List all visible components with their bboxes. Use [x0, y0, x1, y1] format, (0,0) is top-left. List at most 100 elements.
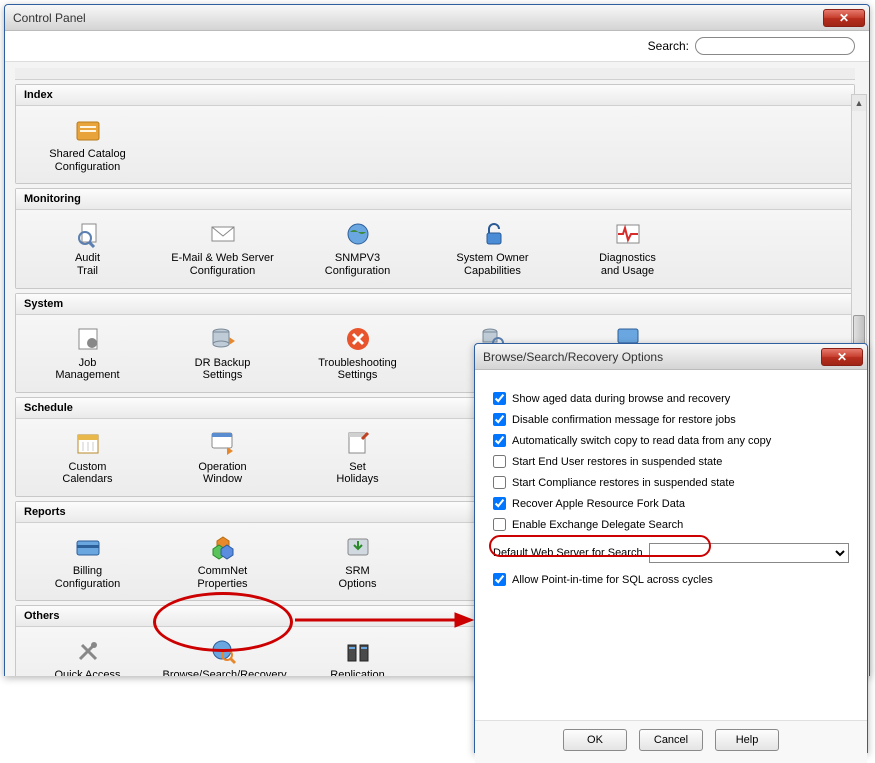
section-monitoring: Monitoring AuditTrail E-Mail & Web Serve…	[15, 188, 855, 288]
option-label: Start End User restores in suspended sta…	[512, 456, 722, 468]
item-label: CustomCalendars	[62, 461, 112, 486]
checkbox-disable-confirmation[interactable]	[493, 413, 506, 426]
item-snmpv3-config[interactable]: SNMPV3Configuration	[290, 216, 425, 279]
item-label: AuditTrail	[75, 252, 100, 277]
partial-section-above	[15, 68, 855, 80]
cancel-button[interactable]: Cancel	[639, 729, 703, 751]
section-body-index: Shared CatalogConfiguration	[16, 106, 854, 183]
item-label: E-Mail & Web ServerConfiguration	[171, 252, 274, 277]
option-label: Recover Apple Resource Fork Data	[512, 498, 685, 510]
option-start-end-user-suspended[interactable]: Start End User restores in suspended sta…	[493, 455, 849, 468]
checkbox-recover-apple-resource-fork[interactable]	[493, 497, 506, 510]
lock-open-icon	[477, 218, 509, 250]
item-label: SNMPV3Configuration	[325, 252, 390, 277]
dialog-titlebar[interactable]: Browse/Search/Recovery Options ✕	[475, 344, 867, 370]
item-label: SetHolidays	[336, 461, 378, 486]
item-label: DR BackupSettings	[195, 357, 251, 382]
item-operation-window[interactable]: OperationWindow	[155, 425, 290, 488]
close-button[interactable]: ✕	[823, 9, 865, 27]
option-start-compliance-suspended[interactable]: Start Compliance restores in suspended s…	[493, 476, 849, 489]
checkbox-enable-exchange-delegate[interactable]	[493, 518, 506, 531]
globe-magnifier-icon	[207, 635, 239, 667]
item-shared-catalog-configuration[interactable]: Shared CatalogConfiguration	[20, 112, 155, 175]
option-label: Disable confirmation message for restore…	[512, 414, 736, 426]
button-label: Cancel	[654, 734, 688, 746]
search-label: Search:	[648, 39, 689, 53]
search-input[interactable]	[695, 37, 855, 55]
item-srm-options[interactable]: SRMOptions	[290, 529, 425, 592]
scroll-up-icon[interactable]: ▲	[852, 95, 866, 111]
envelope-icon	[207, 218, 239, 250]
item-quick-access-tools[interactable]: Quick AccessTools	[20, 633, 155, 676]
error-x-icon	[342, 323, 374, 355]
card-icon	[72, 531, 104, 563]
option-enable-exchange-delegate[interactable]: Enable Exchange Delegate Search	[493, 518, 849, 531]
checkbox-start-compliance-suspended[interactable]	[493, 476, 506, 489]
item-label: OperationWindow	[198, 461, 246, 486]
item-email-web-server-config[interactable]: E-Mail & Web ServerConfiguration	[155, 216, 290, 279]
item-job-management[interactable]: JobManagement	[20, 321, 155, 384]
web-server-label: Default Web Server for Search	[493, 547, 643, 559]
item-label: Browse/Search/Recovery	[163, 669, 283, 676]
section-header-monitoring: Monitoring	[16, 189, 854, 210]
item-label: System OwnerCapabilities	[456, 252, 528, 277]
folder-gear-icon	[72, 114, 104, 146]
item-commnet-properties[interactable]: CommNetProperties	[155, 529, 290, 592]
checkbox-show-aged-data[interactable]	[493, 392, 506, 405]
close-icon: ✕	[837, 350, 847, 364]
item-custom-calendars[interactable]: CustomCalendars	[20, 425, 155, 488]
option-auto-switch-copy[interactable]: Automatically switch copy to read data f…	[493, 434, 849, 447]
option-recover-apple-resource-fork[interactable]: Recover Apple Resource Fork Data	[493, 497, 849, 510]
pulse-icon	[612, 218, 644, 250]
item-set-holidays[interactable]: SetHolidays	[290, 425, 425, 488]
item-diagnostics-usage[interactable]: Diagnosticsand Usage	[560, 216, 695, 279]
help-button[interactable]: Help	[715, 729, 779, 751]
checkbox-auto-switch-copy[interactable]	[493, 434, 506, 447]
item-browse-search-recovery[interactable]: Browse/Search/Recovery	[155, 633, 290, 676]
servers-icon	[342, 635, 374, 667]
calendar-icon	[72, 427, 104, 459]
notepad-pen-icon	[342, 427, 374, 459]
search-bar: Search:	[5, 31, 869, 62]
option-disable-confirmation[interactable]: Disable confirmation message for restore…	[493, 413, 849, 426]
globe-icon	[342, 218, 374, 250]
hex-cluster-icon	[207, 531, 239, 563]
item-troubleshooting-settings[interactable]: TroubleshootingSettings	[290, 321, 425, 384]
item-audit-trail[interactable]: AuditTrail	[20, 216, 155, 279]
option-show-aged-data[interactable]: Show aged data during browse and recover…	[493, 392, 849, 405]
checkbox-allow-point-in-time-sql[interactable]	[493, 573, 506, 586]
button-label: Help	[736, 734, 759, 746]
item-replication-settings[interactable]: ReplicationSettings	[290, 633, 425, 676]
web-server-select[interactable]	[649, 543, 849, 563]
option-label: Enable Exchange Delegate Search	[512, 519, 683, 531]
dialog-close-button[interactable]: ✕	[821, 348, 863, 366]
close-icon: ✕	[839, 11, 849, 25]
browse-search-recovery-dialog: Browse/Search/Recovery Options ✕ Show ag…	[474, 343, 868, 753]
section-body-monitoring: AuditTrail E-Mail & Web ServerConfigurat…	[16, 210, 854, 287]
tools-icon	[72, 635, 104, 667]
ok-button[interactable]: OK	[563, 729, 627, 751]
item-system-owner-capabilities[interactable]: System OwnerCapabilities	[425, 216, 560, 279]
dialog-title: Browse/Search/Recovery Options	[483, 350, 821, 364]
screen-arrow-icon	[207, 427, 239, 459]
item-label: JobManagement	[55, 357, 119, 382]
button-label: OK	[587, 734, 603, 746]
magnifier-doc-icon	[72, 218, 104, 250]
item-label: BillingConfiguration	[55, 565, 120, 590]
checkbox-start-end-user-suspended[interactable]	[493, 455, 506, 468]
sheet-gear-icon	[72, 323, 104, 355]
item-billing-configuration[interactable]: BillingConfiguration	[20, 529, 155, 592]
item-label: ReplicationSettings	[330, 669, 384, 676]
option-allow-point-in-time-sql[interactable]: Allow Point-in-time for SQL across cycle…	[493, 573, 849, 586]
option-label: Allow Point-in-time for SQL across cycle…	[512, 574, 713, 586]
db-arrow-icon	[207, 323, 239, 355]
option-label: Start Compliance restores in suspended s…	[512, 477, 735, 489]
titlebar[interactable]: Control Panel ✕	[5, 5, 869, 31]
item-label: Shared CatalogConfiguration	[49, 148, 125, 173]
window-title: Control Panel	[13, 11, 823, 25]
section-header-index: Index	[16, 85, 854, 106]
item-label: CommNetProperties	[197, 565, 247, 590]
disk-arrow-icon	[342, 531, 374, 563]
default-web-server-row: Default Web Server for Search	[493, 543, 849, 563]
item-dr-backup-settings[interactable]: DR BackupSettings	[155, 321, 290, 384]
